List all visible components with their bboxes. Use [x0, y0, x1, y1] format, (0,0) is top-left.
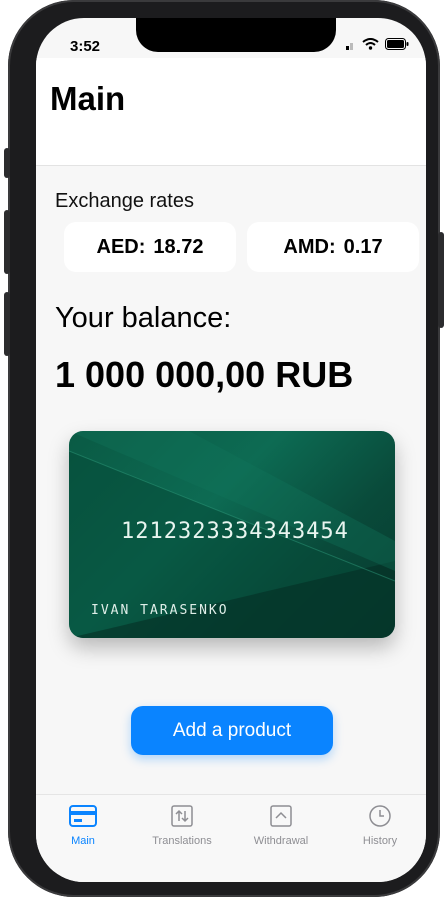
- status-time: 3:52: [70, 38, 101, 55]
- tab-main[interactable]: Main: [38, 803, 128, 847]
- rate-card-amd: AMD: 0.17: [247, 222, 419, 272]
- wifi-icon: [362, 38, 379, 50]
- phone-frame: 3:52 Main Exchange rates AED: 18.72 AMD:…: [4, 0, 444, 897]
- volume-up-button: [4, 210, 10, 274]
- tab-translations[interactable]: Translations: [137, 803, 227, 847]
- rate-value: 18.72: [153, 235, 204, 258]
- page-title: Main: [50, 80, 126, 117]
- rate-card-aed: AED: 18.72: [64, 222, 236, 272]
- tab-label: History: [362, 835, 398, 847]
- transfer-arrows-icon: [171, 805, 193, 827]
- signal-dot-icon: [346, 43, 353, 50]
- notch: [136, 18, 336, 52]
- bank-card[interactable]: 1212323334343454 IVAN TARASENKO: [69, 431, 395, 638]
- tab-bar: Main Translations Withdrawal History: [36, 794, 426, 882]
- power-button: [438, 232, 444, 328]
- card-icon: [69, 805, 97, 827]
- tab-label: Translations: [152, 835, 212, 847]
- card-holder-name: IVAN TARASENKO: [91, 603, 229, 618]
- balance-value: 1 000 000,00 RUB: [55, 354, 354, 395]
- rate-code: AED:: [96, 235, 146, 258]
- battery-icon: [385, 38, 409, 50]
- exchange-rates-title: Exchange rates: [55, 190, 194, 212]
- status-icons: [346, 38, 409, 50]
- screen: 3:52 Main Exchange rates AED: 18.72 AMD:…: [36, 18, 426, 882]
- tab-label: Main: [71, 835, 95, 847]
- volume-down-button: [4, 292, 10, 356]
- tab-history[interactable]: History: [335, 803, 425, 847]
- rate-code: AMD:: [283, 235, 336, 258]
- mute-switch: [4, 148, 10, 178]
- tab-withdrawal[interactable]: Withdrawal: [236, 803, 326, 847]
- clock-icon: [369, 805, 391, 827]
- rate-value: 0.17: [343, 235, 383, 258]
- card-number: 1212323334343454: [121, 519, 349, 544]
- add-product-button[interactable]: Add a product: [131, 706, 333, 755]
- tab-label: Withdrawal: [253, 835, 309, 847]
- balance-label: Your balance:: [55, 302, 232, 334]
- withdraw-up-icon: [270, 805, 292, 827]
